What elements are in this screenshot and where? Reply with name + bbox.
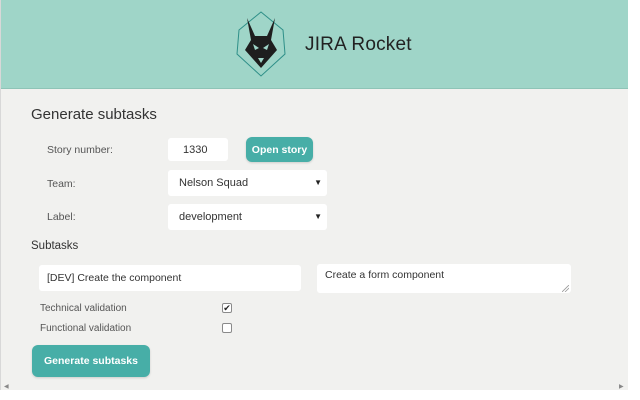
caret-down-icon: ▼ bbox=[314, 212, 322, 221]
horizontal-scrollbar[interactable] bbox=[1, 381, 628, 390]
label-select-value: development bbox=[179, 211, 242, 223]
functional-validation-checkbox[interactable] bbox=[222, 323, 232, 333]
checkmark-icon: ✔ bbox=[223, 303, 231, 313]
subtasks-heading: Subtasks bbox=[31, 240, 79, 252]
subtask-description-text: Create a form component bbox=[325, 269, 445, 281]
generate-subtasks-button[interactable]: Generate subtasks bbox=[32, 345, 150, 377]
app-title: JIRA Rocket bbox=[305, 34, 412, 55]
team-label: Team: bbox=[47, 178, 76, 190]
scroll-left-icon[interactable]: ◀ bbox=[4, 383, 9, 390]
subtask-description-textarea[interactable]: Create a form component bbox=[317, 264, 571, 293]
label-select[interactable]: development ▼ bbox=[168, 204, 327, 230]
resize-handle-icon[interactable] bbox=[562, 285, 569, 292]
extension-popup: JIRA Rocket Generate subtasks Story numb… bbox=[0, 0, 628, 390]
team-select-value: Nelson Squad bbox=[179, 177, 249, 189]
story-number-input[interactable] bbox=[168, 138, 228, 161]
team-select[interactable]: Nelson Squad ▼ bbox=[168, 170, 327, 196]
scroll-right-icon[interactable]: ▶ bbox=[619, 383, 624, 390]
open-story-button[interactable]: Open story bbox=[246, 137, 313, 162]
technical-validation-label: Technical validation bbox=[40, 303, 127, 314]
technical-validation-checkbox[interactable]: ✔ bbox=[222, 303, 232, 313]
functional-validation-label: Functional validation bbox=[40, 323, 132, 334]
fox-logo-icon bbox=[236, 11, 286, 77]
app-header: JIRA Rocket bbox=[1, 0, 628, 89]
page-title: Generate subtasks bbox=[31, 106, 157, 123]
label-field-label: Label: bbox=[47, 211, 76, 223]
story-number-label: Story number: bbox=[47, 144, 113, 156]
subtask-name-input[interactable]: [DEV] Create the component bbox=[39, 265, 301, 291]
caret-down-icon: ▼ bbox=[314, 178, 322, 187]
